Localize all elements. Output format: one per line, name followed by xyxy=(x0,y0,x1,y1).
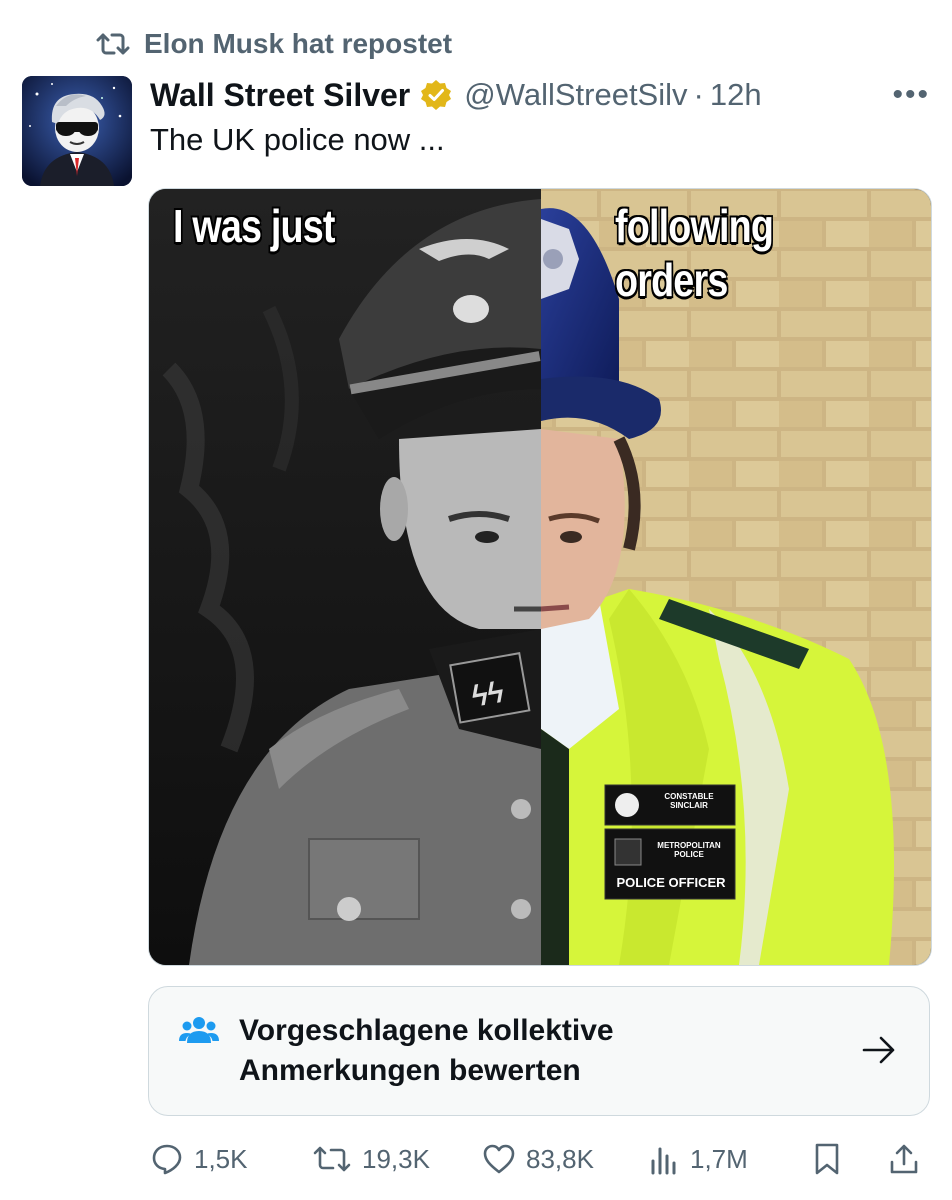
svg-text:ϟϟ: ϟϟ xyxy=(469,676,506,714)
avatar[interactable] xyxy=(22,76,132,186)
author-handle[interactable]: @WallStreetSilv xyxy=(464,77,687,113)
community-notes-card[interactable]: Vorgeschlagene kollektive Anmerkungen be… xyxy=(148,986,930,1116)
view-count: 1,7M xyxy=(690,1143,748,1174)
author-name[interactable]: Wall Street Silver xyxy=(150,77,410,114)
like-button[interactable]: 83,8K xyxy=(482,1134,594,1184)
timestamp[interactable]: 12h xyxy=(710,77,762,113)
badge-name-text: CONSTABLE SINCLAIR xyxy=(664,792,714,810)
badge-role-text: POLICE OFFICER xyxy=(616,875,726,890)
bookmark-icon xyxy=(815,1143,839,1175)
repost-icon xyxy=(313,1146,351,1172)
like-count: 83,8K xyxy=(526,1143,594,1174)
separator: · xyxy=(693,77,704,112)
repost-count: 19,3K xyxy=(362,1143,430,1174)
tweet-header: Wall Street Silver @WallStreetSilv · 12h xyxy=(150,70,932,120)
repost-context[interactable]: Elon Musk hat repostet xyxy=(96,24,452,64)
badge-org-text: METROPOLITAN POLICE xyxy=(657,841,721,859)
community-notes-label: Vorgeschlagene kollektive Anmerkungen be… xyxy=(239,1014,614,1087)
bookmark-button[interactable] xyxy=(812,1134,842,1184)
reply-count: 1,5K xyxy=(194,1143,248,1174)
repost-button[interactable]: 19,3K xyxy=(312,1134,430,1184)
share-button[interactable] xyxy=(888,1134,920,1184)
people-icon xyxy=(179,1017,219,1043)
avatar-image xyxy=(22,76,132,186)
action-bar: 1,5K 19,3K 83,8K 1,7M xyxy=(150,1134,932,1184)
meme-caption-left: I was just xyxy=(173,200,335,252)
tweet-text: The UK police now ... xyxy=(150,122,445,157)
verified-badge-icon[interactable] xyxy=(420,79,452,111)
heart-icon xyxy=(483,1144,515,1174)
tweet-image[interactable]: ϟϟ I was just following orders CONSTABLE… xyxy=(148,188,932,966)
repost-icon xyxy=(96,33,130,55)
meme-caption-right: following orders xyxy=(615,200,774,306)
reply-button[interactable]: 1,5K xyxy=(150,1134,248,1184)
arrow-right-icon xyxy=(862,1036,895,1064)
repost-label: Elon Musk hat repostet xyxy=(144,28,453,59)
bar-chart-icon xyxy=(651,1147,676,1175)
more-options-icon[interactable]: ••• xyxy=(892,78,930,112)
share-icon xyxy=(890,1144,918,1174)
reply-icon xyxy=(152,1144,182,1175)
views-button[interactable]: 1,7M xyxy=(648,1134,748,1184)
